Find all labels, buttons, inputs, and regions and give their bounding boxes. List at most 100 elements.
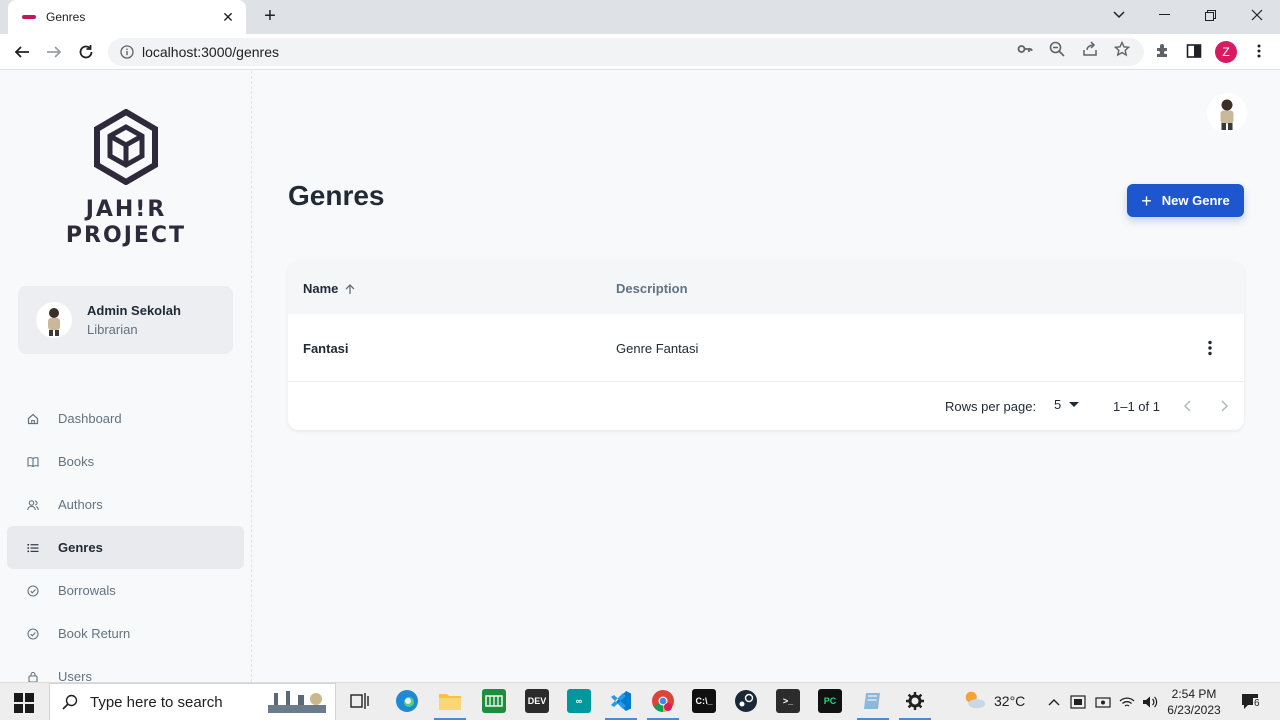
next-page-button[interactable] <box>1214 396 1234 416</box>
user-menu-avatar[interactable] <box>1207 93 1247 133</box>
zoom-icon[interactable] <box>1049 41 1065 57</box>
page-title: Genres <box>288 180 385 211</box>
wifi-icon[interactable] <box>1119 694 1135 710</box>
sidebar-item-borrowals[interactable]: Borrowals <box>7 569 244 612</box>
settings-gear-icon[interactable] <box>903 689 927 713</box>
sidebar-item-label: Genres <box>58 540 103 555</box>
tray-app-icon[interactable] <box>1070 694 1086 710</box>
address-bar[interactable]: localhost:3000/genres <box>108 38 1144 66</box>
forward-button[interactable] <box>42 40 66 64</box>
sidebar-item-label: Authors <box>58 497 103 512</box>
sidebar-item-book-return[interactable]: Book Return <box>7 612 244 655</box>
tray-network-adapter-icon[interactable] <box>1095 694 1111 710</box>
search-icon <box>62 694 78 710</box>
browser-toolbar: localhost:3000/genres <box>0 34 1280 70</box>
plus-icon: + <box>1141 190 1152 211</box>
column-header-name-label: Name <box>303 281 339 296</box>
sidebar: JAH!R PROJECT Admin Sekolah Librarian Da… <box>0 71 252 682</box>
weather-icon[interactable] <box>962 688 986 712</box>
task-view-icon[interactable] <box>348 689 372 713</box>
tray-chevron-up-icon[interactable] <box>1046 694 1062 710</box>
file-explorer-icon[interactable] <box>438 689 462 713</box>
chrome-icon[interactable] <box>651 689 675 713</box>
bookmark-star-icon[interactable] <box>1114 41 1130 57</box>
reload-button[interactable] <box>74 40 98 64</box>
minimize-button[interactable] <box>1151 4 1177 26</box>
pagination: Rows per page: 5 1–1 of 1 <box>288 382 1244 430</box>
lock-icon <box>27 671 39 682</box>
side-panel-icon[interactable] <box>1185 42 1203 60</box>
check-circle-icon <box>27 584 39 597</box>
notes-app-icon[interactable] <box>861 689 885 713</box>
taskbar-search[interactable]: Type here to search <box>49 683 336 720</box>
sidebar-item-label: Dashboard <box>58 411 122 426</box>
sidebar-item-label: Borrowals <box>58 583 116 598</box>
search-placeholder: Type here to search <box>90 693 223 711</box>
pycharm-icon[interactable]: PC <box>818 689 842 713</box>
more-options-icon[interactable] <box>1200 338 1220 358</box>
back-button[interactable] <box>10 40 34 64</box>
table-row[interactable]: Fantasi Genre Fantasi <box>288 314 1244 382</box>
previous-page-button[interactable] <box>1178 396 1198 416</box>
cell-description: Genre Fantasi <box>616 341 699 356</box>
sort-arrow-up-icon <box>344 283 356 295</box>
notification-center-icon[interactable]: 6 <box>1240 694 1262 710</box>
sidebar-item-users[interactable]: Users <box>7 655 244 682</box>
logo-text-line1: JAH!R <box>85 197 167 222</box>
windows-taskbar: Type here to search DEV ∞ C:\_ >_ PC 32°… <box>0 682 1280 720</box>
extensions-icon[interactable] <box>1153 42 1171 60</box>
column-header-description[interactable]: Description <box>616 281 688 296</box>
new-tab-button[interactable]: + <box>260 6 280 26</box>
search-highlight-icon <box>268 691 326 713</box>
home-icon <box>27 413 39 425</box>
clock-time: 2:54 PM <box>1171 687 1217 701</box>
cell-name: Fantasi <box>303 341 349 356</box>
rows-per-page-value: 5 <box>1054 397 1062 412</box>
sidebar-item-books[interactable]: Books <box>7 440 244 483</box>
logo-text-line2: PROJECT <box>65 223 187 248</box>
logo-icon <box>94 109 158 185</box>
terminal-icon[interactable]: C:\_ <box>692 689 716 713</box>
vscode-icon[interactable] <box>609 689 633 713</box>
volume-icon[interactable] <box>1142 694 1158 710</box>
avatar <box>36 302 72 338</box>
favicon-icon <box>22 12 36 22</box>
dev-app-icon[interactable]: DEV <box>525 689 549 713</box>
people-icon <box>27 499 39 511</box>
browser-tab[interactable]: Genres ✕ <box>8 0 246 34</box>
tab-close-icon[interactable]: ✕ <box>220 9 236 26</box>
close-window-button[interactable] <box>1244 4 1270 26</box>
system-clock[interactable]: 2:54 PM 6/23/2023 <box>1160 686 1228 718</box>
table-header: Name Description <box>288 262 1244 314</box>
info-icon[interactable] <box>120 45 134 59</box>
check-circle-icon <box>27 627 39 640</box>
genres-table-card: Name Description Fantasi Genre Fantasi R… <box>288 262 1244 430</box>
sidebar-item-genres[interactable]: Genres <box>7 526 244 569</box>
rows-per-page-select[interactable]: 5 <box>1054 397 1080 412</box>
key-icon[interactable] <box>1017 41 1033 57</box>
menu-icon[interactable] <box>1250 42 1268 60</box>
account-name: Admin Sekolah <box>87 303 181 318</box>
new-genre-button[interactable]: + New Genre <box>1127 184 1244 217</box>
url-text: localhost:3000/genres <box>142 44 279 60</box>
column-header-name[interactable]: Name <box>303 281 356 296</box>
powershell-icon[interactable]: >_ <box>776 689 800 713</box>
sidebar-item-label: Book Return <box>58 626 131 641</box>
sidebar-nav: Dashboard Books Authors Genres Borrowals <box>7 397 244 682</box>
sidebar-item-authors[interactable]: Authors <box>7 483 244 526</box>
windows-start-icon[interactable] <box>14 693 34 713</box>
tab-search-icon[interactable] <box>1106 4 1132 26</box>
steam-icon[interactable] <box>734 689 758 713</box>
profile-avatar[interactable]: Z <box>1215 41 1237 63</box>
arduino-icon[interactable]: ∞ <box>567 689 591 713</box>
edge-icon[interactable] <box>395 689 419 713</box>
account-card: Admin Sekolah Librarian <box>18 286 233 354</box>
app-logo[interactable]: JAH!R PROJECT <box>54 109 198 249</box>
sidebar-item-label: Users <box>58 669 92 682</box>
green-app-icon[interactable] <box>482 689 506 713</box>
share-icon[interactable] <box>1082 41 1098 57</box>
sidebar-item-dashboard[interactable]: Dashboard <box>7 397 244 440</box>
pagination-range: 1–1 of 1 <box>1113 399 1160 414</box>
restore-button[interactable] <box>1197 4 1223 26</box>
sidebar-item-label: Books <box>58 454 95 469</box>
